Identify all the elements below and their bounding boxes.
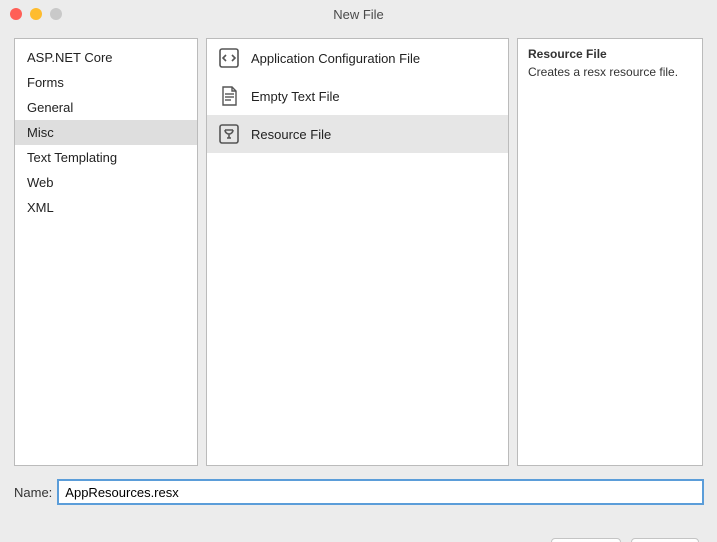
resource-icon [217, 122, 241, 146]
template-empty-text[interactable]: Empty Text File [207, 77, 508, 115]
window-title: New File [0, 7, 717, 22]
template-resource-file[interactable]: Resource File [207, 115, 508, 153]
zoom-icon[interactable] [50, 8, 62, 20]
cancel-button[interactable]: Cancel [551, 538, 621, 542]
close-icon[interactable] [10, 8, 22, 20]
textdoc-icon [217, 84, 241, 108]
name-input[interactable] [58, 480, 703, 504]
category-text-templating[interactable]: Text Templating [15, 145, 197, 170]
dialog-buttons: Cancel New [0, 504, 717, 542]
name-row: Name: [0, 466, 717, 504]
category-misc[interactable]: Misc [15, 120, 197, 145]
config-icon [217, 46, 241, 70]
category-xml[interactable]: XML [15, 195, 197, 220]
template-label: Resource File [251, 127, 331, 142]
content-panels: ASP.NET Core Forms General Misc Text Tem… [0, 28, 717, 466]
new-button[interactable]: New [631, 538, 699, 542]
window-controls [10, 8, 62, 20]
template-label: Empty Text File [251, 89, 340, 104]
details-title: Resource File [528, 47, 692, 61]
details-panel: Resource File Creates a resx resource fi… [517, 38, 703, 466]
category-aspnetcore[interactable]: ASP.NET Core [15, 45, 197, 70]
category-general[interactable]: General [15, 95, 197, 120]
titlebar: New File [0, 0, 717, 28]
details-description: Creates a resx resource file. [528, 65, 692, 79]
template-label: Application Configuration File [251, 51, 420, 66]
category-web[interactable]: Web [15, 170, 197, 195]
minimize-icon[interactable] [30, 8, 42, 20]
template-app-config[interactable]: Application Configuration File [207, 39, 508, 77]
category-list: ASP.NET Core Forms General Misc Text Tem… [14, 38, 198, 466]
template-list: Application Configuration File Empty Tex… [206, 38, 509, 466]
category-forms[interactable]: Forms [15, 70, 197, 95]
name-label: Name: [14, 485, 52, 500]
